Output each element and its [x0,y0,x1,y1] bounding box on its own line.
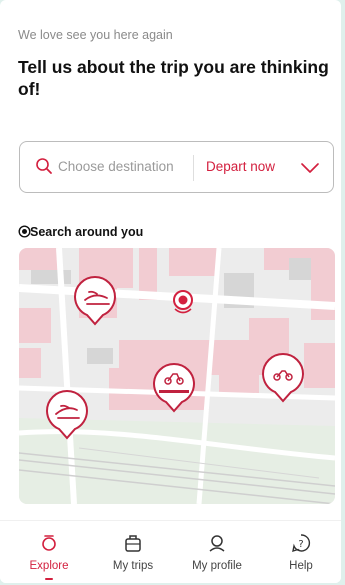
search-around-heading: Search around you [30,225,144,239]
search-divider [193,155,194,181]
bottom-nav: Explore My trips My profile ? Help [0,520,341,583]
nav-item-my-trips[interactable]: My trips [98,521,168,583]
nav-label-explore: Explore [29,560,69,572]
explore-screen: We love see you here again Tell us about… [0,0,341,583]
nav-item-explore[interactable]: Explore [14,521,84,583]
active-indicator [45,578,53,580]
trip-search-bar[interactable]: Choose destination Depart now [19,141,334,193]
suitcase-icon [125,535,141,552]
help-icon: ? [292,534,311,553]
destination-input[interactable]: Choose destination [58,159,174,174]
greeting-text: We love see you here again [18,28,173,42]
page-title: Tell us about the trip you are thinking … [18,57,329,99]
search-icon [36,158,52,174]
chevron-down-icon[interactable] [300,159,320,177]
svg-text:?: ? [298,539,303,550]
nav-label-my-trips: My trips [112,560,154,572]
nav-item-help[interactable]: ? Help [266,521,336,583]
nav-label-my-profile: My profile [192,560,242,572]
depart-time-select[interactable]: Depart now [206,159,275,174]
profile-icon [209,535,225,552]
nav-label-help: Help [289,560,313,572]
nav-item-my-profile[interactable]: My profile [182,521,252,583]
nearby-map[interactable] [19,248,335,504]
compass-icon [42,535,56,551]
